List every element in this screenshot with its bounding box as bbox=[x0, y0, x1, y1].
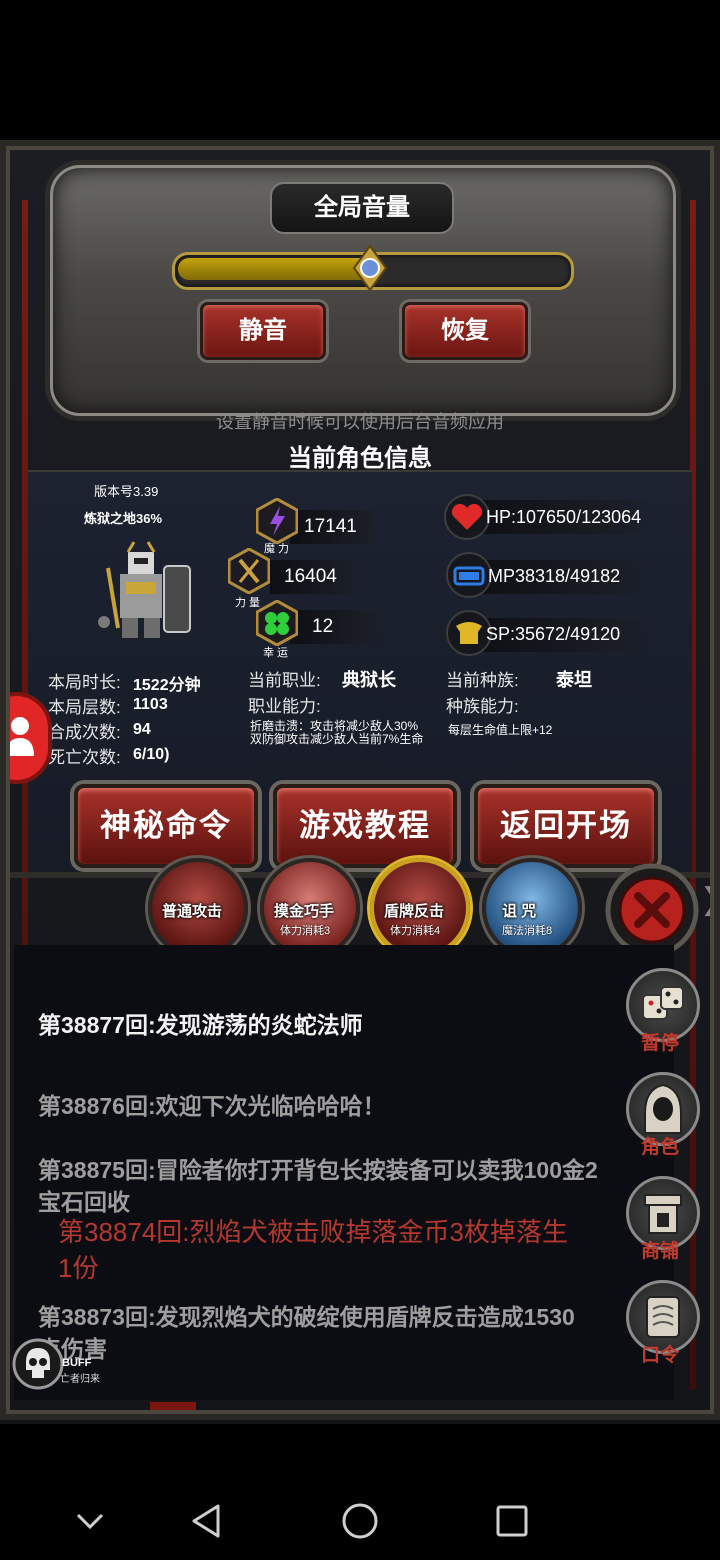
home-icon[interactable] bbox=[341, 1502, 379, 1540]
close-icon[interactable] bbox=[604, 862, 700, 958]
death-label: 死亡次数: bbox=[48, 748, 121, 767]
back-to-start-button[interactable]: 返回开场 bbox=[474, 784, 658, 868]
craft-label: 合成次数: bbox=[48, 723, 121, 742]
volume-slider-fill bbox=[178, 258, 370, 280]
recents-icon[interactable] bbox=[495, 1504, 529, 1538]
scroll-icon bbox=[646, 1296, 680, 1338]
log-line: 第38874回:烈焰犬被击败掉落金币3枚掉落生 bbox=[58, 1217, 568, 1247]
user-icon bbox=[6, 717, 34, 756]
pause-label: 暂停 bbox=[640, 1033, 679, 1054]
area-progress: 炼狱之地36% bbox=[84, 511, 163, 526]
skull-icon[interactable] bbox=[12, 1338, 64, 1390]
version-label: 版本号3.39 bbox=[94, 484, 159, 499]
shop-label: 商铺 bbox=[640, 1241, 679, 1262]
mute-button[interactable]: 静音 bbox=[200, 302, 326, 360]
duration-label: 本局时长: bbox=[48, 673, 121, 692]
role-label: 角色 bbox=[640, 1137, 679, 1158]
floors-label: 本局层数: bbox=[48, 698, 121, 717]
strength-icon bbox=[228, 548, 270, 594]
command-label: 口令 bbox=[640, 1345, 679, 1366]
luck-value: 12 bbox=[312, 616, 334, 637]
skill-label: 摸金巧手 bbox=[274, 903, 335, 920]
hp-value: HP:107650/123064 bbox=[486, 507, 642, 527]
character-avatar bbox=[98, 541, 191, 638]
craft-value: 94 bbox=[133, 721, 151, 738]
buff-sub-label: 亡者归来 bbox=[60, 1374, 100, 1385]
shop-icon bbox=[644, 1194, 682, 1234]
skill-cost: 魔法消耗8 bbox=[502, 925, 553, 937]
mana-icon bbox=[446, 552, 492, 598]
job-label: 当前职业: bbox=[248, 671, 321, 690]
chevron-down-icon[interactable] bbox=[74, 1505, 106, 1537]
dice-icon bbox=[642, 986, 684, 1020]
skill-label: 盾牌反击 bbox=[384, 903, 445, 920]
mute-hint: 设置静音时候可以使用后台音频应用 bbox=[216, 412, 504, 432]
race-skill-label: 种族能力: bbox=[446, 697, 519, 716]
sp-value: SP:35672/49120 bbox=[486, 624, 621, 644]
volume-slider-knob[interactable] bbox=[346, 244, 394, 292]
duration-value: 1522分钟 bbox=[133, 677, 201, 694]
race-value: 泰坦 bbox=[556, 670, 592, 690]
magic-value: 17141 bbox=[304, 516, 357, 537]
skill-label: 普通攻击 bbox=[162, 903, 223, 920]
character-section-title: 当前角色信息 bbox=[288, 445, 432, 472]
skill-cost: 体力消耗3 bbox=[280, 925, 331, 937]
luck-caption: 幸 运 bbox=[263, 647, 289, 659]
clover-icon bbox=[256, 600, 298, 646]
hooded-figure-icon bbox=[644, 1083, 682, 1134]
log-line: 第38873回:发现烈焰犬的破绽使用盾牌反击造成1530 bbox=[38, 1304, 575, 1330]
buff-label: BUFF bbox=[62, 1357, 92, 1369]
floors-value: 1103 bbox=[133, 696, 168, 713]
log-line: 1份 bbox=[58, 1253, 99, 1283]
death-value: 6/10) bbox=[133, 746, 170, 763]
tutorial-button[interactable]: 游戏教程 bbox=[273, 784, 457, 868]
race-skill-desc: 每层生命值上限+12 bbox=[448, 723, 553, 737]
job-value: 典狱长 bbox=[342, 670, 396, 690]
volume-title: 全局音量 bbox=[270, 182, 454, 234]
user-side-tab[interactable] bbox=[0, 692, 52, 784]
mp-value: MP38318/49182 bbox=[488, 566, 621, 586]
strength-value: 16404 bbox=[284, 566, 337, 587]
mystery-command-button[interactable]: 神秘命令 bbox=[74, 784, 258, 868]
heart-icon bbox=[444, 494, 490, 540]
log-line: 第38877回:发现游荡的炎蛇法师 bbox=[38, 1012, 363, 1038]
progress-marker bbox=[150, 1402, 196, 1418]
back-icon[interactable] bbox=[188, 1502, 224, 1540]
skill-label: 诅 咒 bbox=[502, 903, 537, 920]
magic-icon bbox=[256, 498, 298, 544]
job-skill-desc: 折磨击溃：攻击将减少敌人30%双防御攻击减少敌人当前7%生命 bbox=[250, 719, 424, 746]
job-skill-label: 职业能力: bbox=[248, 697, 321, 716]
race-label: 当前种族: bbox=[446, 671, 519, 690]
log-line: 第38875回:冒险者你打开背包长按装备可以卖我100金2 bbox=[38, 1157, 598, 1183]
log-line: 第38876回:欢迎下次光临哈哈哈！ bbox=[38, 1093, 386, 1119]
luck-stat-bar bbox=[290, 610, 380, 644]
restore-button[interactable]: 恢复 bbox=[402, 302, 528, 360]
skill-cost: 体力消耗4 bbox=[390, 925, 441, 937]
chevron-right-icon[interactable]: ❯ bbox=[700, 882, 720, 917]
